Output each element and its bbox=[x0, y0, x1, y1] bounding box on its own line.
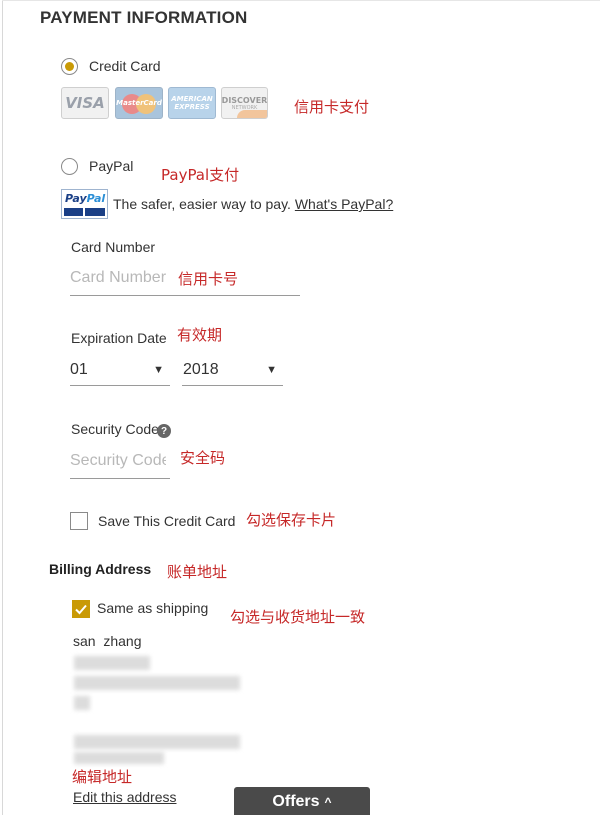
visa-logo: VISA bbox=[61, 87, 109, 119]
amex-logo-line1: AMERICAN bbox=[171, 95, 213, 103]
card-number-placeholder: Card Number bbox=[70, 269, 167, 286]
annotation-security-code: 安全码 bbox=[180, 449, 226, 467]
redacted-address-line bbox=[74, 676, 240, 690]
offers-button[interactable]: Offers ^ bbox=[234, 787, 370, 815]
save-card-checkbox[interactable] bbox=[70, 512, 88, 530]
amex-logo-line2: EXPRESS bbox=[174, 103, 210, 111]
expiration-year-select[interactable]: 2018 ▼ bbox=[182, 356, 283, 386]
expiration-year-value: 2018 bbox=[183, 361, 219, 378]
redacted-address-line bbox=[74, 752, 164, 764]
expiration-month-value: 01 bbox=[70, 361, 88, 378]
billing-address-title: Billing Address bbox=[49, 561, 152, 577]
paypal-logo-pay: Pay bbox=[65, 192, 87, 205]
paypal-label[interactable]: PayPal bbox=[89, 158, 133, 174]
annotation-save-card: 勾选保存卡片 bbox=[246, 511, 337, 529]
page-border-top bbox=[2, 0, 600, 1]
annotation-same-as-shipping: 勾选与收货地址一致 bbox=[230, 608, 366, 626]
same-as-shipping-checkbox[interactable] bbox=[72, 600, 90, 618]
annotation-paypal-pay: PayPal支付 bbox=[161, 166, 240, 184]
paypal-logo: PayPal bbox=[61, 189, 108, 219]
security-code-input[interactable]: Security Code bbox=[70, 448, 170, 479]
help-icon[interactable]: ? bbox=[157, 424, 171, 438]
discover-logo: DISCOVER NETWORK bbox=[221, 87, 268, 119]
security-code-placeholder: Security Code bbox=[70, 452, 166, 469]
amex-logo: AMERICAN EXPRESS bbox=[168, 87, 216, 119]
billing-name: san zhang bbox=[73, 633, 142, 649]
credit-card-radio[interactable] bbox=[61, 58, 78, 75]
annotation-billing: 账单地址 bbox=[167, 563, 228, 581]
mastercard-logo: MasterCard bbox=[115, 87, 163, 119]
month-caret-icon: ▼ bbox=[153, 364, 164, 376]
paypal-tagline-row: The safer, easier way to pay. What's Pay… bbox=[113, 196, 393, 212]
section-title: PAYMENT INFORMATION bbox=[40, 8, 248, 27]
save-card-label[interactable]: Save This Credit Card bbox=[98, 513, 235, 529]
security-code-label: Security Code bbox=[71, 421, 159, 437]
annotation-card-number: 信用卡号 bbox=[178, 270, 239, 288]
paypal-logo-pal: Pal bbox=[86, 192, 106, 205]
edit-address-link[interactable]: Edit this address bbox=[73, 789, 177, 805]
chevron-up-icon: ^ bbox=[324, 795, 332, 809]
expiration-month-select[interactable]: 01 ▼ bbox=[70, 356, 170, 386]
discover-logo-text: DISCOVER bbox=[221, 95, 268, 105]
paypal-radio[interactable] bbox=[61, 158, 78, 175]
redacted-address-line bbox=[74, 735, 240, 749]
checkmark-icon bbox=[75, 604, 87, 615]
redacted-address-line bbox=[74, 696, 90, 710]
page-border-left bbox=[2, 0, 3, 815]
expiration-label: Expiration Date bbox=[71, 330, 167, 346]
visa-logo-text: VISA bbox=[65, 94, 105, 112]
credit-card-label[interactable]: Credit Card bbox=[89, 58, 161, 74]
annotation-credit-card-pay: 信用卡支付 bbox=[294, 98, 370, 116]
same-as-shipping-label[interactable]: Same as shipping bbox=[97, 600, 208, 616]
annotation-edit-address: 编辑地址 bbox=[72, 768, 133, 786]
annotation-expiry: 有效期 bbox=[177, 326, 223, 344]
offers-label: Offers bbox=[272, 793, 320, 810]
paypal-tagline: The safer, easier way to pay. bbox=[113, 196, 291, 212]
mastercard-logo-text: MasterCard bbox=[116, 99, 162, 107]
year-caret-icon: ▼ bbox=[266, 364, 277, 376]
whats-paypal-link[interactable]: What's PayPal? bbox=[295, 196, 393, 212]
redacted-address-line bbox=[74, 656, 150, 670]
card-number-label: Card Number bbox=[71, 239, 156, 255]
